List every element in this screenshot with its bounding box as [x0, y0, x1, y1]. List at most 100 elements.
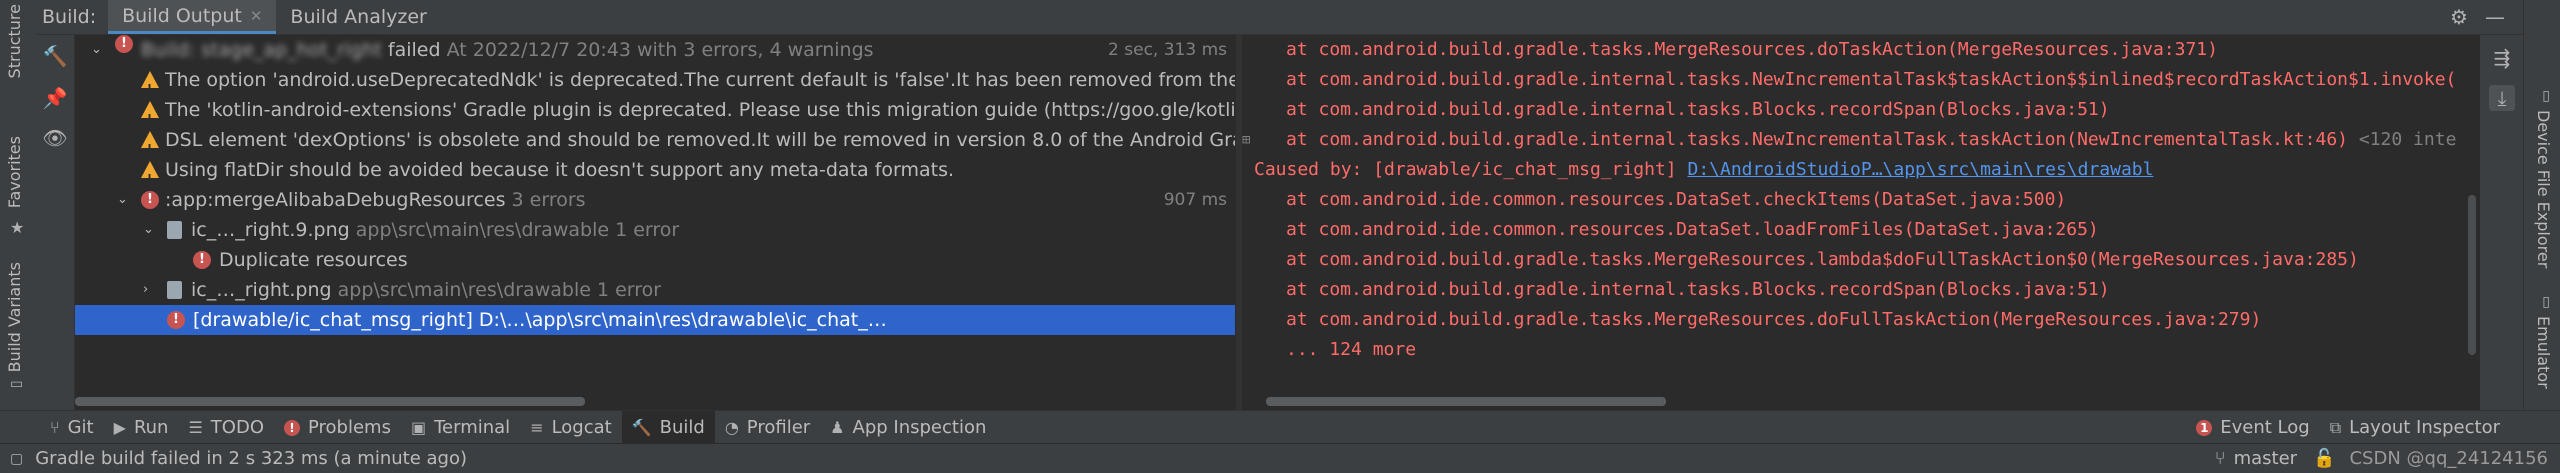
layout-inspector-icon: ⧉ — [2329, 417, 2342, 437]
logcat-tool[interactable]: ≡ Logcat — [520, 411, 622, 444]
warning-text: DSL element 'dexOptions' is obsolete and… — [165, 129, 1235, 151]
error-icon: ! — [167, 311, 185, 329]
chevron-down-icon[interactable]: ⌄ — [143, 215, 157, 245]
build-toolbar: 🔨 📌 👁 — [36, 35, 75, 410]
tab-build-analyzer[interactable]: Build Analyzer — [276, 0, 440, 34]
stack-line: at com.android.ide.common.resources.Data… — [1286, 189, 2067, 210]
file-icon — [167, 281, 182, 299]
file-row[interactable]: › ic_…_right.png app\src\main\res\drawab… — [75, 275, 1235, 305]
warning-icon: ! — [141, 161, 159, 185]
git-tool[interactable]: ⑂ Git — [40, 411, 104, 444]
eye-icon[interactable]: 👁 — [42, 125, 68, 151]
emulator-icon: ▯ — [2542, 294, 2550, 310]
tab-build-output-label: Build Output — [122, 4, 242, 27]
right-tool-stripe: ▯ Device File Explorer ▯ Emulator — [2523, 0, 2560, 410]
file-error-count: 1 error — [596, 279, 662, 301]
build-variants-tab[interactable]: Build Variants — [5, 262, 24, 372]
scroll-to-end-icon[interactable]: ⤓ — [2489, 85, 2515, 111]
vertical-scrollbar[interactable] — [2468, 195, 2476, 355]
selected-error-text: [drawable/ic_chat_msg_right] D:\…\app\sr… — [193, 309, 887, 331]
warning-row[interactable]: ! DSL element 'dexOptions' is obsolete a… — [75, 125, 1235, 155]
warning-icon: ! — [141, 131, 159, 155]
profiler-icon: ◔ — [724, 418, 739, 437]
todo-tool[interactable]: ☰ TODO — [178, 411, 274, 444]
status-window-icon[interactable]: ▢ — [10, 451, 23, 467]
stack-line-folded: at com.android.build.gradle.internal.tas… — [1286, 125, 2456, 155]
problems-label: Problems — [308, 417, 391, 438]
todo-label: TODO — [210, 417, 264, 438]
gear-icon[interactable]: ⚙ — [2446, 4, 2472, 30]
build-tool[interactable]: 🔨 Build — [621, 411, 715, 444]
git-icon: ⑂ — [50, 418, 60, 437]
more-line[interactable]: ... 124 more — [1286, 335, 1416, 365]
profiler-tool[interactable]: ◔ Profiler — [715, 411, 820, 444]
problems-icon: ! — [284, 419, 300, 436]
logcat-icon: ≡ — [530, 418, 544, 437]
close-icon[interactable]: ✕ — [250, 7, 263, 25]
warning-row[interactable]: ! The 'kotlin-android-extensions' Gradle… — [75, 95, 1235, 125]
git-label: Git — [67, 417, 94, 438]
tree-root[interactable]: ⌄ ! Build: stage_ap_hot_right failed At … — [75, 35, 1235, 65]
layout-inspector-tool[interactable]: ⧉ Layout Inspector — [2320, 411, 2510, 444]
file-path: app\src\main\res\drawable — [355, 219, 610, 241]
minimize-icon[interactable]: — — [2482, 4, 2508, 30]
hammer-icon[interactable]: 🔨 — [42, 43, 68, 69]
problems-tool[interactable]: ! Problems — [274, 411, 401, 444]
fold-label[interactable]: <120 inte — [2359, 129, 2457, 150]
structure-tab[interactable]: Structure — [5, 4, 24, 78]
status-message: Gradle build failed in 2 s 323 ms (a min… — [35, 448, 467, 469]
tab-build-analyzer-label: Build Analyzer — [290, 6, 427, 28]
terminal-tool[interactable]: ▣ Terminal — [401, 411, 520, 444]
file-error-count: 1 error — [615, 219, 680, 241]
console-output: at com.android.build.gradle.tasks.MergeR… — [1242, 35, 2480, 410]
git-branch[interactable]: master — [2234, 448, 2297, 469]
event-log-icon: 1 — [2196, 419, 2213, 436]
root-detail: At 2022/12/7 20:43 with 3 errors, 4 warn… — [446, 39, 874, 61]
app-inspection-label: App Inspection — [852, 417, 987, 438]
root-name: Build: stage_ap_hot_right — [141, 39, 382, 61]
run-tool[interactable]: ▶ Run — [104, 411, 179, 444]
run-icon: ▶ — [113, 418, 126, 437]
horizontal-scrollbar[interactable] — [1266, 397, 1666, 406]
chevron-down-icon[interactable]: ⌄ — [91, 35, 105, 65]
lock-icon[interactable]: 🔓 — [2313, 448, 2335, 469]
event-log-label: Event Log — [2220, 417, 2310, 438]
stack-line: at com.android.build.gradle.internal.tas… — [1286, 99, 2110, 120]
chevron-down-icon[interactable]: ⌄ — [117, 185, 131, 215]
task-row[interactable]: ⌄ ! :app:mergeAlibabaDebugResources 3 er… — [75, 185, 1235, 215]
build-header: Build: Build Output ✕ Build Analyzer — ⚙ — [36, 0, 2524, 35]
file-path: app\src\main\res\drawable — [337, 279, 591, 301]
app-inspection-icon: ♟ — [830, 418, 845, 437]
warning-row[interactable]: ! The option 'android.useDeprecatedNdk' … — [75, 65, 1235, 95]
selected-error-row[interactable]: ! [drawable/ic_chat_msg_right] D:\…\app\… — [75, 305, 1235, 335]
stack-line-text: at com.android.build.gradle.internal.tas… — [1286, 129, 2349, 150]
logcat-label: Logcat — [551, 417, 612, 438]
fold-icon[interactable]: ⊞ — [1242, 125, 1250, 155]
device-icon: ▯ — [2542, 88, 2550, 104]
star-icon: ★ — [10, 218, 25, 237]
stack-line: at com.android.build.gradle.internal.tas… — [1286, 69, 2457, 90]
build-tree: ⌄ ! Build: stage_ap_hot_right failed At … — [75, 35, 1235, 410]
chevron-right-icon[interactable]: › — [143, 275, 157, 305]
warning-text: The option 'android.useDeprecatedNdk' is… — [165, 69, 1235, 91]
file-icon — [167, 221, 182, 239]
soft-wrap-icon[interactable]: ⇶ — [2489, 45, 2515, 71]
warning-icon: ! — [141, 71, 159, 95]
horizontal-scrollbar[interactable] — [75, 397, 585, 406]
file-link[interactable]: D:\AndroidStudioP…\app\src\main\res\draw… — [1687, 159, 2153, 180]
app-inspection-tool[interactable]: ♟ App Inspection — [820, 411, 996, 444]
stack-line: at com.android.build.gradle.internal.tas… — [1286, 279, 2110, 300]
tab-build-output[interactable]: Build Output ✕ — [108, 0, 277, 34]
warning-row[interactable]: ! Using flatDir should be avoided becaus… — [75, 155, 1235, 185]
event-log-tool[interactable]: 1 Event Log — [2186, 411, 2319, 444]
emulator-tab[interactable]: Emulator — [2534, 316, 2553, 389]
terminal-icon: ▣ — [410, 418, 427, 437]
pin-icon[interactable]: 📌 — [42, 85, 68, 111]
favorites-tab[interactable]: Favorites — [5, 136, 24, 208]
status-bar: ▢ Gradle build failed in 2 s 323 ms (a m… — [0, 443, 2560, 473]
device-file-explorer-tab[interactable]: Device File Explorer — [2534, 110, 2553, 268]
error-icon: ! — [115, 35, 133, 53]
branch-icon: ⑂ — [2214, 448, 2226, 469]
error-row[interactable]: ! Duplicate resources — [75, 245, 1235, 275]
file-row[interactable]: ⌄ ic_…_right.9.png app\src\main\res\draw… — [75, 215, 1235, 245]
